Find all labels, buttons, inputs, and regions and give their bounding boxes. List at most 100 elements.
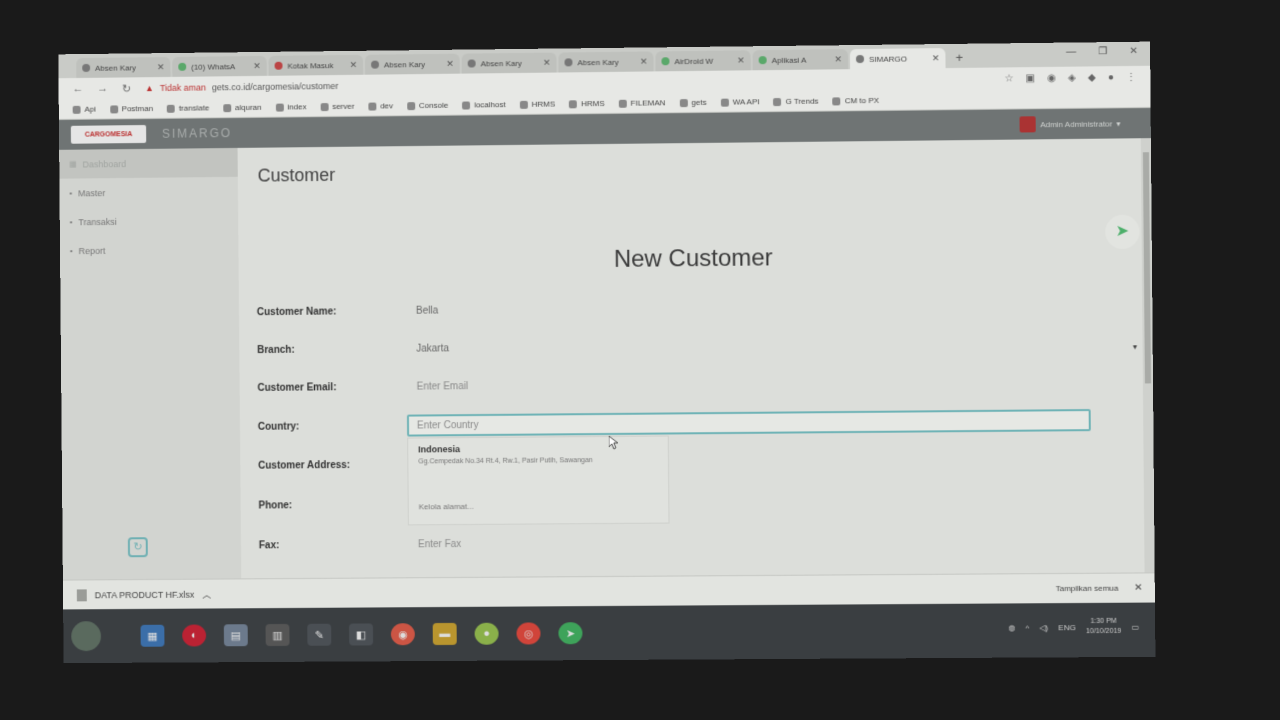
chrome-icon[interactable]: ◎ [516, 622, 541, 645]
sidebar-item-report[interactable]: • Report [60, 235, 239, 266]
bookmark-item[interactable]: WA API [720, 97, 760, 107]
bookmark-item[interactable]: dev [368, 101, 393, 110]
fax-row: Fax: Enter Fax [259, 526, 1120, 558]
user-menu[interactable]: Admin Administrator ▾ [1019, 115, 1121, 133]
app-icon[interactable]: ▤ [223, 624, 248, 647]
show-all-button[interactable]: Tampilkan semua [1056, 584, 1119, 593]
airdroid-icon[interactable]: ➤ [558, 622, 583, 645]
firefox-icon[interactable]: ◉ [390, 623, 415, 646]
clock[interactable]: 1:30 PM 10/10/2019 [1086, 617, 1122, 637]
browser-tab[interactable]: Absen Kary ✕ [364, 53, 460, 75]
bookmark-item[interactable]: CM to PX [832, 96, 879, 106]
chevron-up-icon[interactable]: ︿ [202, 588, 211, 601]
close-icon[interactable]: ✕ [737, 55, 745, 66]
autocomplete-address: Gg.Cempedak No.34 Rt.4, Rw.1, Pasir Puti… [418, 457, 593, 466]
close-icon[interactable]: ✕ [446, 58, 454, 69]
country-placeholder: Enter Country [416, 419, 479, 432]
bookmark-item[interactable]: gets [679, 98, 707, 107]
network-icon[interactable]: ◍ [1008, 623, 1015, 632]
close-icon[interactable]: ✕ [640, 56, 648, 67]
extension-icon[interactable]: ◆ [1088, 72, 1096, 83]
browser-tab[interactable]: Absen Kary ✕ [558, 51, 654, 73]
extension-icon[interactable]: ▣ [1026, 73, 1036, 84]
security-warning[interactable]: Tidak aman [160, 83, 206, 93]
close-icon[interactable]: ✕ [157, 62, 165, 73]
profile-icon[interactable]: ● [1108, 72, 1114, 83]
bookmark-item[interactable]: localhost [462, 100, 506, 109]
language-indicator[interactable]: ENG [1058, 623, 1076, 632]
autocomplete-option[interactable]: Indonesia Gg.Cempedak No.34 Rt.4, Rw.1, … [418, 443, 658, 466]
app-logo[interactable]: CARGOMESIA [70, 125, 147, 144]
star-icon[interactable]: ☆ [1004, 73, 1013, 84]
browser-tab[interactable]: Absen Kary ✕ [461, 52, 557, 74]
new-tab-button[interactable]: + [947, 48, 971, 68]
notification-icon[interactable]: ▭ [1131, 622, 1139, 631]
browser-tab[interactable]: Kotak Masuk ✕ [268, 54, 364, 76]
sidebar-item-transaksi[interactable]: • Transaksi [60, 206, 239, 237]
browser-tab[interactable]: Absen Kary ✕ [76, 57, 171, 79]
bookmark-icon [109, 104, 118, 113]
country-input[interactable]: Enter Country [406, 409, 1091, 437]
close-window-icon[interactable]: ✕ [1129, 46, 1138, 57]
start-icon[interactable] [71, 621, 102, 652]
refresh-icon[interactable]: ↻ [127, 537, 148, 558]
folder-icon[interactable]: ▬ [432, 622, 457, 646]
bookmark-icon [679, 98, 688, 107]
bookmark-item[interactable]: index [275, 102, 306, 111]
browser-tab-active[interactable]: SIMARGO ✕ [849, 48, 946, 70]
forward-icon[interactable]: → [97, 83, 108, 95]
app-icon[interactable]: ✎ [307, 623, 332, 646]
close-icon[interactable]: ✕ [932, 53, 940, 64]
manage-addresses-link[interactable]: Kelola alamat... [419, 502, 474, 511]
bookmark-item[interactable]: translate [166, 103, 209, 113]
browser-tab[interactable]: Aplikasi A ✕ [752, 49, 849, 71]
bookmark-icon [773, 97, 782, 106]
bookmark-item[interactable]: server [320, 102, 354, 111]
scrollbar-thumb[interactable] [1142, 152, 1151, 384]
country-row: Country: Enter Country [258, 407, 1119, 440]
fax-input[interactable]: Enter Fax [418, 539, 461, 550]
volume-icon[interactable]: ◁) [1039, 623, 1048, 632]
close-icon[interactable]: ✕ [543, 57, 551, 68]
download-file-name: DATA PRODUCT HF.xlsx [94, 589, 195, 600]
app-icon[interactable]: ◧ [349, 623, 374, 646]
bookmark-item[interactable]: Postman [109, 104, 153, 113]
menu-icon[interactable]: ⋮ [1126, 71, 1136, 82]
close-icon[interactable]: ✕ [834, 54, 842, 65]
bookmark-item[interactable]: Console [406, 101, 448, 110]
bookmark-icon [320, 102, 329, 111]
bookmark-item[interactable]: FILEMAN [618, 98, 665, 108]
extension-icon[interactable]: ◈ [1068, 72, 1076, 83]
close-icon[interactable]: ✕ [1134, 582, 1143, 593]
url-text[interactable]: gets.co.id/cargomesia/customer [212, 81, 338, 92]
reload-icon[interactable]: ↻ [122, 82, 131, 95]
branch-select[interactable]: Jakarta [416, 343, 449, 354]
bookmark-item[interactable]: alquran [223, 103, 262, 112]
sidebar-item-master[interactable]: • Master [59, 177, 238, 208]
bookmark-item[interactable]: HRMS [519, 100, 555, 109]
close-icon[interactable]: ✕ [253, 60, 261, 71]
browser-tab[interactable]: AirDroid W ✕ [655, 50, 751, 72]
browser-tab[interactable]: (10) WhatsA ✕ [172, 55, 267, 77]
download-item[interactable]: DATA PRODUCT HF.xlsx ︿ [76, 588, 211, 602]
maximize-icon[interactable]: ❐ [1098, 46, 1107, 57]
customer-name-row: Customer Name: Bella [257, 291, 1118, 325]
sidebar-item-dashboard[interactable]: ▦ Dashboard [59, 147, 238, 179]
app-icon[interactable]: ▦ [140, 624, 165, 647]
chevron-up-icon[interactable]: ^ [1025, 623, 1029, 632]
bookmark-icon [569, 99, 578, 108]
bookmark-item[interactable]: G Trends [773, 97, 819, 107]
extension-icon[interactable]: ◉ [1047, 72, 1056, 83]
back-icon[interactable]: ← [72, 83, 83, 95]
app-icon[interactable]: ● [474, 622, 499, 645]
customer-email-input[interactable]: Enter Email [417, 381, 469, 392]
app-icon[interactable]: ▥ [265, 623, 290, 647]
bookmark-item[interactable]: Api [72, 105, 96, 114]
close-icon[interactable]: ✕ [350, 59, 358, 70]
app-icon[interactable]: ◐ [182, 624, 207, 647]
chevron-down-icon[interactable]: ▼ [1132, 344, 1139, 351]
taskbar: ▦ ◐ ▤ ▥ ✎ ◧ ◉ ▬ ● ◎ ➤ ◍ ^ ◁) ENG 1:30 PM… [63, 602, 1156, 664]
bookmark-item[interactable]: HRMS [569, 99, 605, 108]
customer-name-input[interactable]: Bella [416, 305, 438, 316]
minimize-icon[interactable]: — [1066, 47, 1076, 58]
